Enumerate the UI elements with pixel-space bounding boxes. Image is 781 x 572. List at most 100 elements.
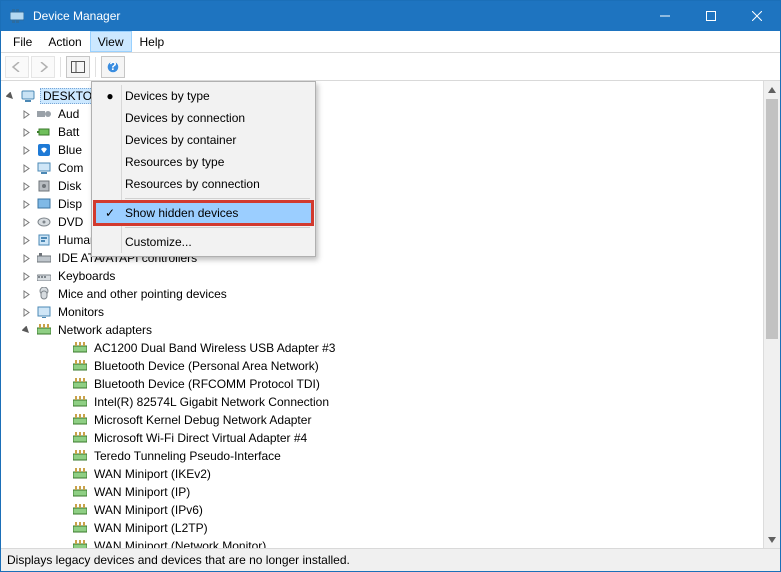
network-adapter-icon <box>72 358 88 374</box>
expand-icon[interactable] <box>21 109 32 120</box>
category-icon <box>36 106 52 122</box>
toolbar: ? <box>1 53 780 81</box>
tree-device[interactable]: WAN Miniport (IP) <box>5 483 763 501</box>
menu-customize[interactable]: Customize... <box>95 231 312 253</box>
tree-device[interactable]: Teredo Tunneling Pseudo-Interface <box>5 447 763 465</box>
network-adapter-icon <box>72 538 88 548</box>
help-button[interactable]: ? <box>101 56 125 78</box>
expand-icon[interactable] <box>21 199 32 210</box>
expand-spacer <box>57 415 68 426</box>
menu-devices-by-container[interactable]: Devices by container <box>95 129 312 151</box>
minimize-button[interactable] <box>642 1 688 31</box>
menu-devices-by-connection[interactable]: Devices by connection <box>95 107 312 129</box>
forward-button[interactable] <box>31 56 55 78</box>
menu-show-hidden-devices[interactable]: ✓Show hidden devices <box>95 202 312 224</box>
scroll-thumb[interactable] <box>766 99 778 339</box>
tree-device[interactable]: AC1200 Dual Band Wireless USB Adapter #3 <box>5 339 763 357</box>
menu-devices-by-type[interactable]: ●Devices by type <box>95 85 312 107</box>
expand-icon[interactable] <box>21 253 32 264</box>
expand-icon[interactable] <box>21 271 32 282</box>
tree-category[interactable]: Monitors <box>5 303 763 321</box>
network-adapter-icon <box>72 376 88 392</box>
device-label: WAN Miniport (IP) <box>92 485 192 499</box>
tree-category[interactable]: Mice and other pointing devices <box>5 285 763 303</box>
network-adapter-icon <box>72 412 88 428</box>
close-button[interactable] <box>734 1 780 31</box>
device-label: WAN Miniport (IPv6) <box>92 503 205 517</box>
tree-device[interactable]: Microsoft Kernel Debug Network Adapter <box>5 411 763 429</box>
menu-bar: File Action View Help <box>1 31 780 53</box>
device-label: WAN Miniport (L2TP) <box>92 521 210 535</box>
maximize-button[interactable] <box>688 1 734 31</box>
device-label: Bluetooth Device (RFCOMM Protocol TDI) <box>92 377 322 391</box>
window-title: Device Manager <box>31 9 642 23</box>
expand-spacer <box>57 469 68 480</box>
category-label: Network adapters <box>56 323 154 337</box>
menu-view[interactable]: View <box>90 31 132 52</box>
expand-icon[interactable] <box>21 307 32 318</box>
back-button[interactable] <box>5 56 29 78</box>
category-label: Batt <box>56 125 81 139</box>
category-icon <box>36 178 52 194</box>
network-adapter-icon <box>72 484 88 500</box>
tree-device[interactable]: WAN Miniport (Network Monitor) <box>5 537 763 548</box>
device-label: Intel(R) 82574L Gigabit Network Connecti… <box>92 395 331 409</box>
menu-resources-by-connection[interactable]: Resources by connection <box>95 173 312 195</box>
tree-root-label: DESKTO <box>40 88 95 104</box>
menu-separator <box>125 198 310 199</box>
menu-file[interactable]: File <box>5 31 40 52</box>
check-icon: ✓ <box>103 206 117 220</box>
collapse-icon[interactable] <box>5 91 16 102</box>
network-adapter-icon <box>72 394 88 410</box>
expand-icon[interactable] <box>21 289 32 300</box>
category-icon <box>36 304 52 320</box>
network-adapter-icon <box>72 448 88 464</box>
category-label: Keyboards <box>56 269 117 283</box>
expand-spacer <box>57 451 68 462</box>
category-icon <box>36 268 52 284</box>
tree-device[interactable]: Bluetooth Device (RFCOMM Protocol TDI) <box>5 375 763 393</box>
tree-device[interactable]: Intel(R) 82574L Gigabit Network Connecti… <box>5 393 763 411</box>
scroll-up-arrow[interactable] <box>764 81 780 98</box>
expand-icon[interactable] <box>21 163 32 174</box>
menu-action[interactable]: Action <box>40 31 89 52</box>
device-tree[interactable]: DESKTO AudBattBlueComDiskDispDVDHuman In… <box>1 81 763 548</box>
category-icon <box>36 286 52 302</box>
expand-icon[interactable] <box>21 145 32 156</box>
expand-icon[interactable] <box>21 325 32 336</box>
show-hide-tree-button[interactable] <box>66 56 90 78</box>
device-label: WAN Miniport (Network Monitor) <box>92 539 268 548</box>
tree-device[interactable]: Bluetooth Device (Personal Area Network) <box>5 357 763 375</box>
device-label: WAN Miniport (IKEv2) <box>92 467 213 481</box>
expand-spacer <box>57 505 68 516</box>
category-icon <box>36 232 52 248</box>
vertical-scrollbar[interactable] <box>763 81 780 548</box>
app-icon <box>9 8 25 24</box>
tree-device[interactable]: WAN Miniport (IKEv2) <box>5 465 763 483</box>
expand-icon[interactable] <box>21 217 32 228</box>
expand-icon[interactable] <box>21 235 32 246</box>
tree-device[interactable]: Microsoft Wi-Fi Direct Virtual Adapter #… <box>5 429 763 447</box>
category-label: DVD <box>56 215 85 229</box>
category-label: Aud <box>56 107 81 121</box>
view-dropdown: ●Devices by type Devices by connection D… <box>91 81 316 257</box>
network-adapter-icon <box>72 466 88 482</box>
scroll-down-arrow[interactable] <box>764 531 780 548</box>
category-label: Monitors <box>56 305 106 319</box>
category-icon <box>36 214 52 230</box>
category-label: Blue <box>56 143 84 157</box>
expand-icon[interactable] <box>21 181 32 192</box>
expand-icon[interactable] <box>21 127 32 138</box>
expand-spacer <box>57 343 68 354</box>
menu-separator <box>125 227 310 228</box>
tree-device[interactable]: WAN Miniport (L2TP) <box>5 519 763 537</box>
menu-resources-by-type[interactable]: Resources by type <box>95 151 312 173</box>
menu-help[interactable]: Help <box>132 31 173 52</box>
menu-item-label: Customize... <box>125 235 192 249</box>
menu-item-label: Resources by type <box>125 155 224 169</box>
tree-device[interactable]: WAN Miniport (IPv6) <box>5 501 763 519</box>
category-icon <box>36 124 52 140</box>
tree-category[interactable]: Network adapters <box>5 321 763 339</box>
device-label: Bluetooth Device (Personal Area Network) <box>92 359 321 373</box>
tree-category[interactable]: Keyboards <box>5 267 763 285</box>
